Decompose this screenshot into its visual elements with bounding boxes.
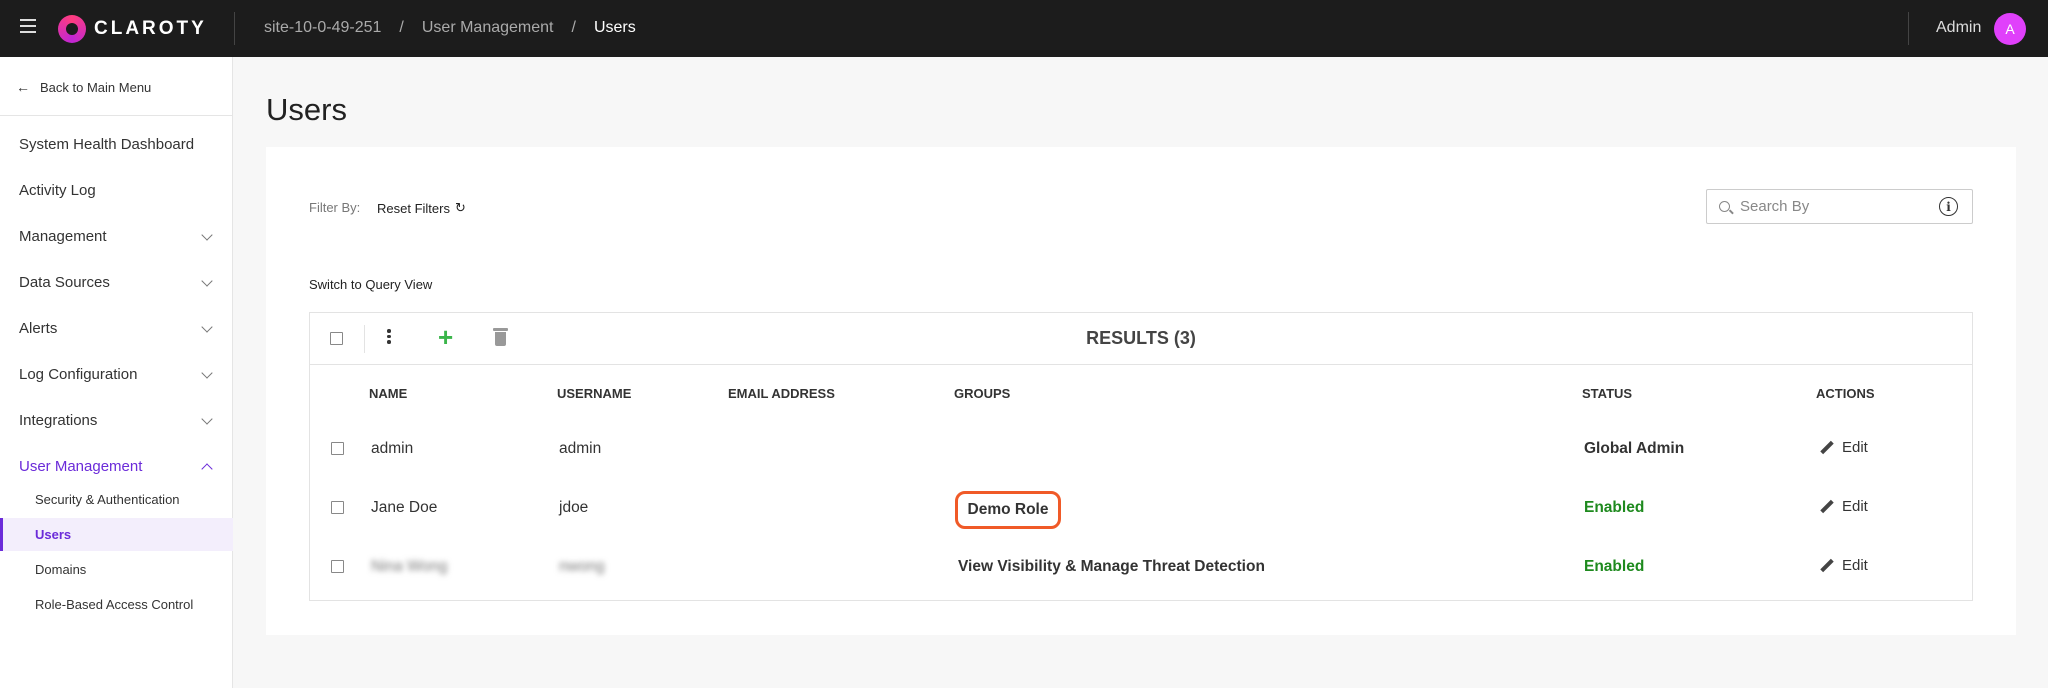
divider — [0, 115, 233, 116]
chevron-down-icon — [201, 274, 213, 287]
reset-filters-label: Reset Filters — [377, 200, 450, 216]
edit-button[interactable]: Edit — [1820, 498, 1868, 515]
arrow-left-icon: ← — [16, 79, 30, 95]
cell-status: Global Admin — [1584, 440, 1685, 457]
row-checkbox[interactable] — [331, 560, 344, 573]
row-checkbox[interactable] — [331, 501, 344, 514]
sidebar-item-label: Log Configuration — [19, 366, 138, 383]
edit-label: Edit — [1842, 557, 1868, 574]
reset-filters-button[interactable]: Reset Filters ↻ — [377, 200, 466, 216]
pencil-icon — [1820, 441, 1834, 455]
filter-label: Filter By: — [309, 200, 361, 215]
cell-groups: View Visibility & Manage Threat Detectio… — [958, 558, 1265, 575]
sidebar-subitem-role-based-access-control[interactable]: Role-Based Access Control — [35, 597, 193, 612]
breadcrumb-users: Users — [593, 19, 636, 36]
sidebar-item-label: User Management — [19, 458, 143, 475]
results-count: RESULTS (3) — [1086, 328, 1196, 348]
sidebar-item-data-sources[interactable]: Data Sources — [19, 274, 219, 291]
column-header-email-address[interactable]: EMAIL ADDRESS — [728, 386, 835, 401]
column-header-groups[interactable]: GROUPS — [954, 386, 1010, 401]
sidebar-item-system-health-dashboard[interactable]: System Health Dashboard — [19, 136, 219, 153]
cell-groups-highlighted: Demo Role — [955, 491, 1061, 529]
chevron-down-icon — [201, 228, 213, 241]
search-input[interactable] — [1740, 198, 1935, 215]
pencil-icon — [1820, 500, 1834, 514]
column-header-username[interactable]: USERNAME — [557, 386, 631, 401]
avatar[interactable]: A — [1994, 13, 2026, 45]
breadcrumb: site-10-0-49-251 / User Management / Use… — [264, 19, 636, 37]
cell-name: Jane Doe — [371, 499, 438, 516]
breadcrumb-site[interactable]: site-10-0-49-251 — [264, 19, 381, 37]
pencil-icon — [1820, 559, 1834, 573]
sidebar-item-management[interactable]: Management — [19, 228, 219, 245]
edit-button[interactable]: Edit — [1820, 439, 1868, 456]
sidebar-item-activity-log[interactable]: Activity Log — [19, 182, 219, 199]
chevron-down-icon — [201, 320, 213, 333]
sidebar-item-label: Activity Log — [19, 182, 96, 199]
chevron-up-icon — [201, 462, 213, 475]
sidebar-item-user-management[interactable]: User Management — [19, 458, 219, 475]
column-header-actions: ACTIONS — [1816, 386, 1875, 401]
row-checkbox[interactable] — [331, 442, 344, 455]
info-icon[interactable]: i — [1939, 197, 1958, 216]
column-header-name[interactable]: NAME — [369, 386, 407, 401]
cell-username: admin — [559, 440, 602, 457]
breadcrumb-user-management[interactable]: User Management — [422, 19, 554, 37]
claroty-logo[interactable]: CLAROTY — [58, 15, 207, 43]
sidebar-item-integrations[interactable]: Integrations — [19, 412, 219, 429]
claroty-logo-icon — [58, 15, 86, 43]
table-row: Nina Wong nwong View Visibility & Manage… — [310, 538, 1972, 596]
table-row: admin admin Global Admin Edit — [310, 420, 1972, 478]
sidebar-subitem-users[interactable]: Users — [35, 527, 71, 542]
page-title: Users — [266, 92, 347, 127]
search-box: i — [1706, 189, 1973, 224]
hamburger-menu-icon[interactable] — [20, 19, 36, 33]
sidebar-item-label: Management — [19, 228, 107, 245]
sidebar-item-alerts[interactable]: Alerts — [19, 320, 219, 337]
user-name[interactable]: Admin — [1936, 19, 1981, 37]
cell-status: Enabled — [1584, 558, 1645, 575]
sidebar-item-label: Integrations — [19, 412, 98, 429]
cell-name: admin — [371, 440, 414, 457]
column-header-status[interactable]: STATUS — [1582, 386, 1632, 401]
breadcrumb-separator: / — [399, 19, 404, 36]
cell-name: Nina Wong — [371, 558, 448, 575]
edit-label: Edit — [1842, 439, 1868, 456]
table-toolbar: + RESULTS (3) — [310, 313, 1972, 365]
divider — [234, 12, 235, 45]
edit-button[interactable]: Edit — [1820, 557, 1868, 574]
top-bar: CLAROTY site-10-0-49-251 / User Manageme… — [0, 0, 2048, 57]
users-table: + RESULTS (3) NAME USERNAME EMAIL ADDRES… — [309, 312, 1973, 601]
refresh-icon: ↻ — [454, 200, 466, 215]
cell-username: nwong — [559, 558, 605, 575]
table-row: Jane Doe jdoe Demo Role Enabled Edit — [310, 479, 1972, 537]
divider — [1908, 12, 1909, 45]
back-to-main-menu-link[interactable]: ← Back to Main Menu — [16, 79, 151, 95]
logo-text: CLAROTY — [94, 18, 207, 39]
sidebar-item-log-configuration[interactable]: Log Configuration — [19, 366, 219, 383]
switch-to-query-view-link[interactable]: Switch to Query View — [309, 277, 432, 292]
search-icon — [1719, 201, 1730, 212]
chevron-down-icon — [201, 412, 213, 425]
sidebar-subitem-domains[interactable]: Domains — [35, 562, 86, 577]
sidebar: ← Back to Main Menu System Health Dashbo… — [0, 57, 233, 688]
sidebar-item-label: Alerts — [19, 320, 58, 337]
users-panel: Filter By: Reset Filters ↻ i Switch to Q… — [266, 147, 2016, 635]
cell-status: Enabled — [1584, 499, 1645, 516]
edit-label: Edit — [1842, 498, 1868, 515]
sidebar-subitem-security-authentication[interactable]: Security & Authentication — [35, 492, 180, 507]
cell-username: jdoe — [559, 499, 589, 516]
sidebar-item-label: Data Sources — [19, 274, 110, 291]
sidebar-item-label: System Health Dashboard — [19, 136, 195, 153]
breadcrumb-separator: / — [571, 19, 576, 36]
chevron-down-icon — [201, 366, 213, 379]
back-label: Back to Main Menu — [40, 79, 152, 95]
